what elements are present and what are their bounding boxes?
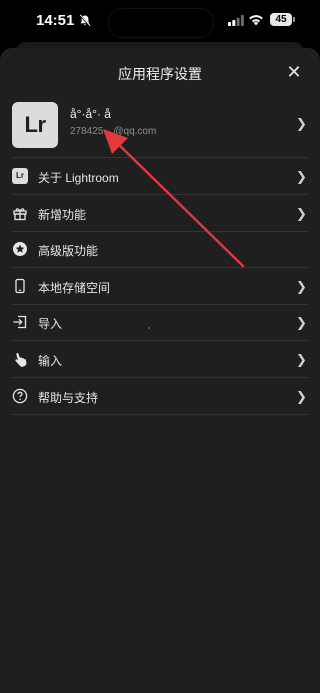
star-badge-icon <box>13 242 27 257</box>
screen: 14:51 45 应用程序设置 ✕ Lr å°·å°· å 278425…@qq… <box>0 0 320 693</box>
menu-item-label: 帮助与支持 <box>38 390 99 405</box>
status-bar: 14:51 45 <box>0 0 320 44</box>
chevron-right-icon: ❯ <box>296 116 307 131</box>
divider <box>12 413 308 415</box>
menu-item-local-storage[interactable]: 本地存储空间 ❯ <box>0 268 320 305</box>
gift-icon <box>13 207 27 220</box>
chevron-right-icon: ❯ <box>296 388 307 404</box>
lightroom-icon: Lr <box>12 168 28 184</box>
menu-item-label: 高级版功能 <box>38 244 99 259</box>
chevron-right-icon: ❯ <box>296 205 307 221</box>
close-button[interactable]: ✕ <box>284 62 304 82</box>
menu-item-label: 本地存储空间 <box>38 280 111 295</box>
menu-item-help-support[interactable]: 帮助与支持 ❯ <box>0 378 320 415</box>
help-icon <box>12 388 28 403</box>
chevron-right-icon: ❯ <box>296 278 307 294</box>
menu-item-label: 输入 <box>38 353 63 368</box>
chevron-right-icon: ❯ <box>296 351 307 367</box>
menu-item-import[interactable]: 导入 ❯ <box>0 304 320 342</box>
sheet-header: 应用程序设置 ✕ <box>0 48 320 96</box>
account-email: 278425…@qq.com <box>70 126 157 137</box>
lightroom-logo: Lr <box>12 102 58 148</box>
menu-item-input[interactable]: 输入 ❯ <box>0 341 320 378</box>
menu-item-label: 导入 <box>38 317 63 332</box>
import-icon <box>13 316 27 329</box>
dynamic-island <box>108 8 214 38</box>
bell-muted-icon <box>79 14 91 27</box>
hand-pointer-icon <box>15 353 27 367</box>
settings-menu: Lr 关于 Lightroom ❯ 新增功能 ❯ 高级版功能 本地存储空间 ❯ … <box>0 158 320 415</box>
settings-sheet: 应用程序设置 ✕ Lr å°·å°· å 278425…@qq.com ❯ Lr… <box>0 48 320 693</box>
menu-item-label: 新增功能 <box>38 207 87 222</box>
account-name: å°·å°· å <box>70 107 111 121</box>
menu-item-premium-features[interactable]: 高级版功能 <box>0 231 320 269</box>
wifi-icon <box>249 15 263 26</box>
menu-item-label: 关于 Lightroom <box>38 171 119 185</box>
menu-item-whats-new[interactable]: 新增功能 ❯ <box>0 195 320 232</box>
status-time: 14:51 <box>36 12 75 29</box>
battery-indicator: 45 <box>270 13 292 26</box>
battery-tip <box>293 17 295 22</box>
chevron-right-icon: ❯ <box>296 315 307 331</box>
sheet-title: 应用程序设置 <box>118 66 202 82</box>
account-row[interactable]: Lr å°·å°· å 278425…@qq.com ❯ <box>0 98 320 154</box>
phone-icon <box>15 278 25 293</box>
menu-item-about-lightroom[interactable]: Lr 关于 Lightroom ❯ <box>0 158 320 195</box>
stray-dot <box>148 327 150 329</box>
signal-icon <box>228 15 244 26</box>
chevron-right-icon: ❯ <box>296 169 307 184</box>
